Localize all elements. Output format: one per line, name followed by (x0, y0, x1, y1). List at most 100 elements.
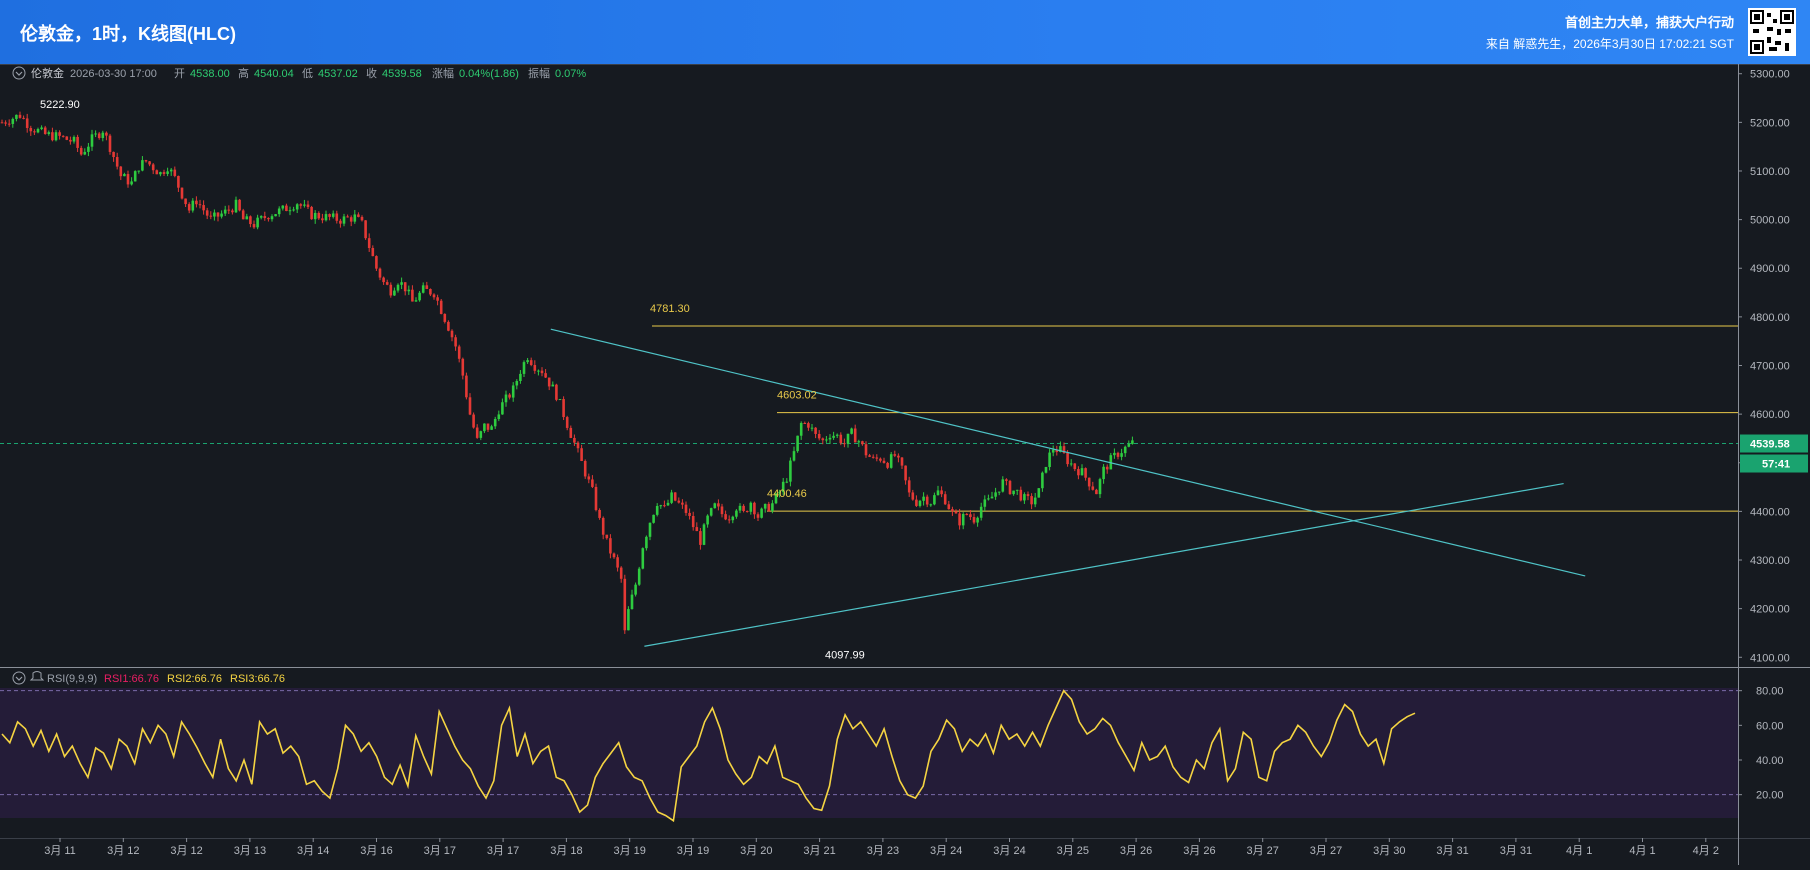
candle-body (97, 133, 101, 138)
candle-body (493, 419, 497, 427)
candle-body (360, 216, 364, 221)
candle-body (702, 524, 706, 545)
candle-body (709, 508, 713, 516)
y-axis-tick-label: 4200.00 (1750, 604, 1790, 616)
candle-body (101, 132, 105, 138)
candle-body (119, 166, 123, 177)
candle-body (69, 139, 72, 142)
candle-body (36, 129, 40, 133)
x-axis-tick-label: 3月 12 (170, 845, 202, 857)
candle-body (763, 503, 767, 509)
candle-body (670, 492, 673, 503)
candle-body (720, 506, 724, 515)
price-annotation: 4603.02 (777, 390, 817, 402)
candle-body (198, 204, 202, 206)
candle-body (994, 492, 997, 497)
candle-body (889, 454, 893, 468)
candle-body (1120, 453, 1123, 457)
rsi2-value: RSI2:66.76 (167, 673, 222, 685)
candle-body (1105, 466, 1109, 470)
high-value: 4540.04 (254, 68, 294, 80)
candle-body (177, 175, 180, 188)
chart-area[interactable]: 5222.90 4781.30 4603.02 4400.46 4097.99 5300… (0, 64, 1810, 865)
candle-body (1019, 489, 1023, 501)
candle-body (641, 548, 645, 569)
candle-body (540, 370, 544, 374)
candle-body (1048, 452, 1051, 467)
candle-body (213, 212, 216, 217)
candle-body (227, 209, 231, 211)
candle-body (695, 527, 699, 532)
close-value: 4539.58 (382, 68, 422, 80)
candle-body (537, 370, 540, 372)
candle-body (663, 505, 666, 507)
candle-body (1066, 452, 1069, 465)
candle-body (915, 499, 918, 506)
candle-body (249, 216, 252, 225)
header-slogan: 首创主力大单，捕获大户行动 (1564, 15, 1734, 30)
x-axis-tick-label: 3月 31 (1500, 845, 1532, 857)
low-label: 低 (302, 67, 313, 80)
candle-body (727, 519, 731, 521)
candle-body (807, 423, 810, 428)
x-axis-tick-label: 3月 11 (44, 845, 76, 857)
candle-body (292, 209, 295, 211)
candle-body (511, 385, 515, 398)
candlestick-chart[interactable]: 5222.90 4781.30 4603.02 4400.46 4097.99 5300… (0, 64, 1810, 865)
candle-body (1127, 444, 1131, 447)
candle-body (637, 568, 641, 585)
x-axis-tick-label: 3月 31 (1436, 845, 1468, 857)
candle-body (817, 433, 821, 439)
candle-body (504, 394, 508, 403)
candle-body (598, 509, 601, 518)
candle-body (216, 212, 220, 217)
candle-body (443, 313, 447, 322)
candle-body (591, 479, 594, 487)
candle-body (148, 161, 151, 165)
candle-body (1015, 489, 1019, 491)
candle-body (396, 284, 400, 291)
candle-body (951, 509, 954, 512)
candle-body (943, 494, 947, 505)
x-axis-tick-label: 3月 23 (867, 845, 899, 857)
rsi3-value: RSI3:66.76 (230, 673, 285, 685)
candle-body (691, 515, 695, 528)
candle-body (544, 373, 547, 378)
candle-body (259, 216, 263, 218)
candle-body (195, 200, 198, 205)
candle-body (465, 375, 468, 398)
candle-body (569, 427, 573, 438)
candle-body (328, 214, 331, 217)
candle-body (144, 160, 148, 162)
candle-body (209, 215, 213, 217)
candle-body (483, 423, 486, 432)
candle-body (666, 502, 670, 506)
x-axis-tick-label: 4月 1 (1629, 845, 1655, 857)
candle-body (673, 492, 677, 501)
candle-body (612, 553, 616, 558)
candle-body (137, 170, 141, 172)
candle-body (245, 216, 249, 220)
x-axis-tick-label: 4月 2 (1693, 845, 1719, 857)
candle-body (313, 212, 317, 220)
candle-body (447, 321, 450, 331)
y-axis-tick-label: 4100.00 (1750, 652, 1790, 664)
candle-body (1123, 446, 1127, 454)
candle-body (389, 284, 393, 296)
change-label: 涨幅 (432, 67, 454, 80)
candle-body (735, 510, 738, 517)
candle-body (418, 292, 421, 301)
candle-body (925, 496, 929, 505)
candle-body (555, 384, 558, 400)
rsi-axis-tick-label: 20.00 (1756, 790, 1784, 802)
candle-body (285, 205, 288, 212)
candle-body (864, 444, 868, 456)
x-axis-tick-label: 3月 25 (1057, 845, 1089, 857)
candle-body (29, 127, 33, 132)
y-axis-tick-label: 5000.00 (1750, 215, 1790, 227)
candle-body (1113, 452, 1116, 456)
candle-body (256, 217, 259, 228)
candle-body (173, 169, 177, 176)
candle-body (911, 492, 915, 500)
candle-body (457, 346, 461, 359)
